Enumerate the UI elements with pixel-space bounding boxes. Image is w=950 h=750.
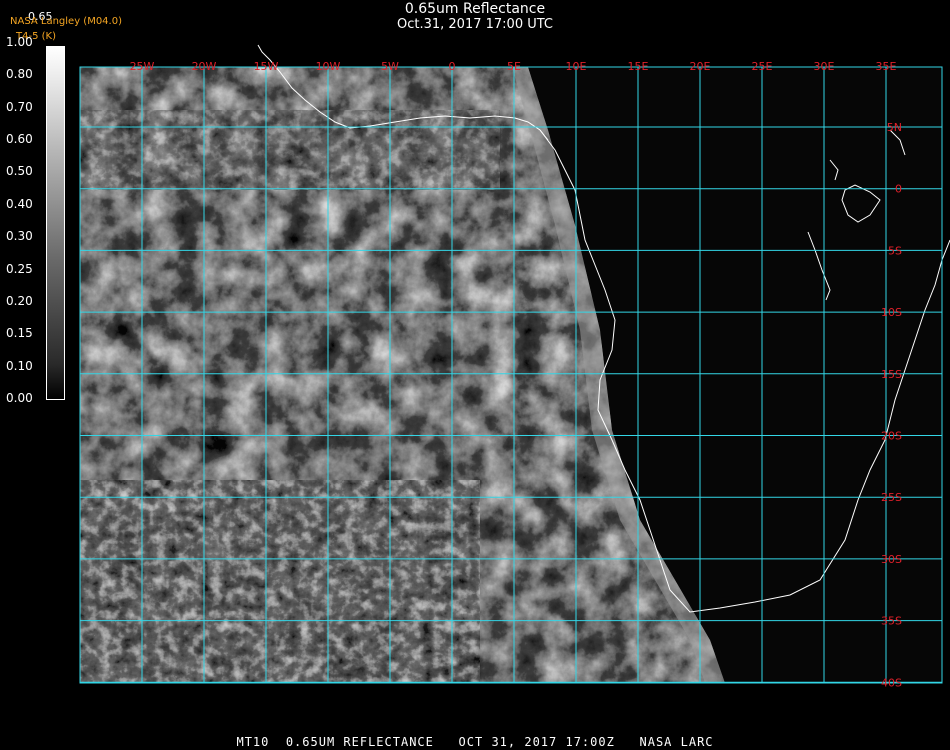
longitude-tick-label: 10E [566, 60, 587, 73]
latitude-tick-label: 25S [881, 491, 902, 504]
longitude-tick-label: 5E [507, 60, 521, 73]
longitude-tick-label: 35E [876, 60, 897, 73]
longitude-tick-label: 10W [316, 60, 341, 73]
latitude-tick-label: 10S [881, 306, 902, 319]
footer-caption: MT10 0.65UM REFLECTANCE OCT 31, 2017 17:… [236, 735, 714, 749]
latitude-tick-label: 20S [881, 430, 902, 443]
latitude-tick-label: 5N [887, 121, 902, 134]
satellite-map: 25W 20W 15W 10W 5W 0 5E 10E 15E 20E 25E 30E 35E 5N 0 5… [79, 44, 950, 689]
latitude-tick-label: 5S [888, 244, 902, 257]
longitude-tick-label: 0 [449, 60, 456, 73]
longitude-tick-label: 20E [690, 60, 711, 73]
latitude-tick-label: 35S [881, 615, 902, 628]
longitude-tick-label: 5W [381, 60, 399, 73]
longitude-tick-label: 20W [192, 60, 217, 73]
longitude-tick-label: 25E [752, 60, 773, 73]
longitude-tick-label: 30E [814, 60, 835, 73]
longitude-tick-label: 15W [254, 60, 279, 73]
latitude-tick-label: 0 [895, 183, 902, 196]
latitude-tick-label: 15S [881, 368, 902, 381]
longitude-tick-label: 25W [130, 60, 155, 73]
latitude-tick-label: 40S [881, 676, 902, 689]
longitude-tick-label: 15E [628, 60, 649, 73]
latitude-tick-label: 30S [881, 553, 902, 566]
